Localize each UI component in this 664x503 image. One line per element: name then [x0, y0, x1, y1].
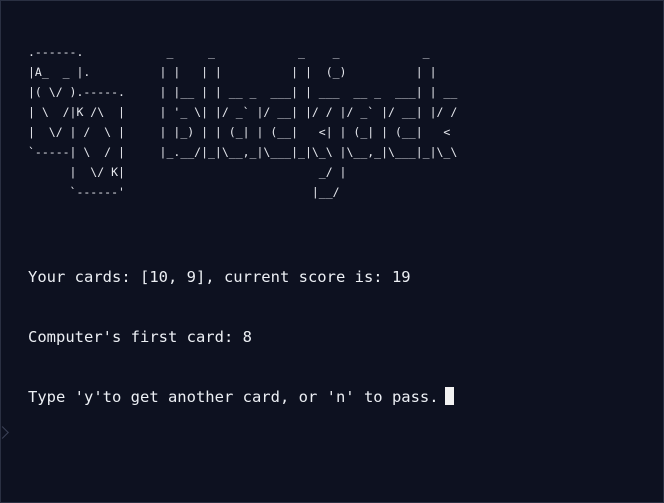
text-cursor[interactable]	[444, 387, 454, 405]
terminal-window: .------. _ _ _ _ _ |A_ _ |. | | | | | | …	[0, 0, 664, 503]
logo-line: | \/ | / \ | | |_) | | (_| | (__| <| | (…	[28, 125, 458, 139]
player-cards-text: Your cards: [10, 9], current score is: 1…	[28, 268, 411, 286]
computer-card-text: Computer's first card: 8	[28, 328, 252, 346]
logo-line: `------' |__/	[28, 185, 458, 199]
prompt-text: Type 'y'to get another card, or 'n' to p…	[28, 388, 439, 406]
game-output: Your cards: [10, 9], current score is: 1…	[28, 227, 454, 447]
logo-line: |( \/ ).-----. | |__ | | __ _ ___| | ___…	[28, 85, 458, 99]
input-prompt-line[interactable]: Type 'y'to get another card, or 'n' to p…	[28, 387, 454, 407]
logo-line: |A_ _ |. | | | | | | (_) | |	[28, 65, 458, 79]
logo-line: `-----| \ / | |_.__/|_|\__,_|\___|_|\_\ …	[28, 145, 458, 159]
logo-line: | \ /|K /\ | | '_ \| |/ _` |/ __| |/ / |…	[28, 105, 458, 119]
logo-line: | \/ K| _/ |	[28, 165, 458, 179]
console-output[interactable]: .------. _ _ _ _ _ |A_ _ |. | | | | | | …	[1, 1, 663, 502]
blackjack-ascii-logo: .------. _ _ _ _ _ |A_ _ |. | | | | | | …	[28, 45, 457, 205]
logo-line: .------. _ _ _ _ _	[28, 45, 458, 59]
